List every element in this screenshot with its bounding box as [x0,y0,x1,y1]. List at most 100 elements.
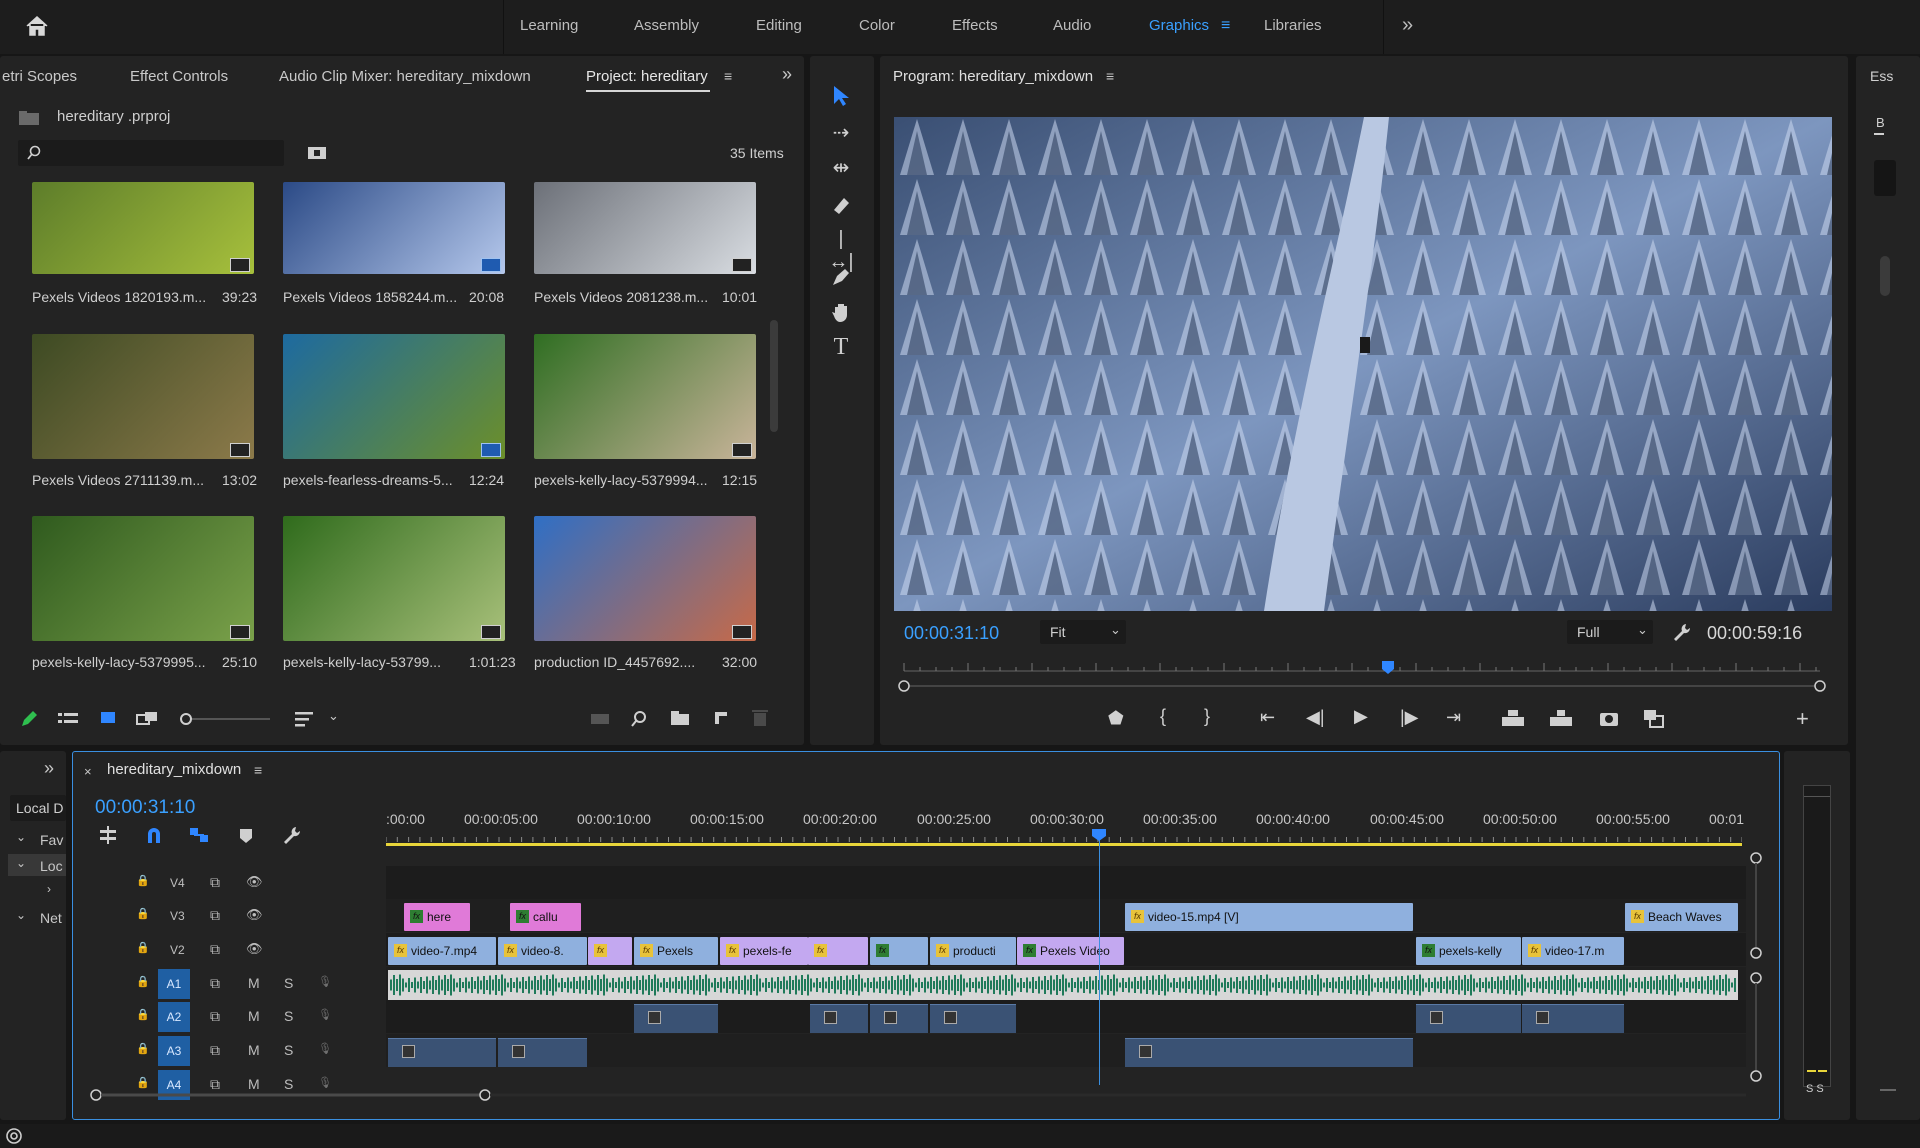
project-scrollbar[interactable] [770,320,778,432]
graphics-menu-icon[interactable]: ≡ [1221,17,1230,35]
selection-tool-icon[interactable] [829,84,853,108]
workspace-color[interactable]: Color [859,17,895,34]
clip-thumbnail[interactable] [534,334,756,459]
new-item-icon[interactable] [712,709,730,727]
sequence-tab[interactable]: hereditary_mixdown [107,761,241,778]
track-row[interactable] [386,899,1746,932]
snap-icon[interactable] [144,825,164,845]
clip-thumbnail[interactable] [32,334,254,459]
panel-overflow-icon[interactable]: » [782,64,792,85]
sync-lock-icon[interactable]: ⧉ [210,1042,220,1059]
chevron-right-icon[interactable]: › [47,882,51,896]
clip-thumbnail[interactable] [534,516,756,641]
eye-icon[interactable]: 👁 [246,907,263,923]
lock-icon[interactable]: 🔒 [136,941,150,954]
timeline-clip[interactable]: fx [588,937,632,965]
audio-clip[interactable] [810,1004,868,1033]
playhead-handle[interactable] [1091,828,1107,842]
tab-project[interactable]: Project: hereditary [586,68,708,85]
sort-icon[interactable] [294,710,316,728]
essentials-input[interactable] [1874,160,1896,196]
timeline-clip[interactable]: fx Beach Waves [1625,903,1738,931]
voice-over-icon[interactable]: 🎙 [318,1042,332,1055]
step-forward-icon[interactable]: |▶ [1400,707,1419,728]
audio-clip[interactable] [498,1038,587,1067]
clip-thumbnail[interactable] [534,182,756,274]
trash-icon[interactable] [752,709,768,727]
tab-essential-graphics[interactable]: Ess [1870,68,1893,84]
mark-in-icon[interactable]: { [1160,706,1166,727]
track-row[interactable] [386,1034,1746,1067]
workspace-libraries[interactable]: Libraries [1264,17,1322,34]
audio-clip[interactable] [634,1004,718,1033]
type-tool-icon[interactable]: T [826,334,856,361]
zoom-slider[interactable] [178,710,274,728]
go-to-in-icon[interactable]: ⇤ [1260,707,1275,728]
workspace-graphics[interactable]: Graphics [1149,17,1209,34]
track-label[interactable]: V4 [170,876,185,890]
quality-dropdown[interactable]: Full ⌄ [1567,620,1653,644]
insert-nest-icon[interactable] [98,825,118,845]
lock-icon[interactable]: 🔒 [136,1008,150,1021]
sort-dropdown-icon[interactable]: ⌄ [328,708,339,724]
solo-button[interactable]: S [284,975,293,991]
solo-button[interactable]: S [284,1008,293,1024]
lift-icon[interactable] [1500,708,1526,728]
essentials-scrollbar[interactable] [1880,256,1890,296]
network-item[interactable]: Net [40,910,62,926]
step-back-icon[interactable]: ◀| [1306,707,1325,728]
sequence-menu-icon[interactable]: ≡ [254,762,262,778]
media-browser-overflow-icon[interactable]: » [44,758,54,779]
workspace-learning[interactable]: Learning [520,17,578,34]
sync-lock-icon[interactable]: ⧉ [210,907,220,924]
timeline-settings-wrench-icon[interactable] [282,825,302,845]
solo-labels[interactable]: S S [1806,1083,1824,1095]
timeline-clip[interactable]: fx [808,937,868,965]
timeline-marker-icon[interactable] [238,827,254,845]
search-input[interactable] [18,140,284,166]
lock-icon[interactable]: 🔒 [136,907,150,920]
mark-out-icon[interactable]: } [1204,706,1210,727]
sync-lock-icon[interactable]: ⧉ [210,1008,220,1025]
workspace-overflow-icon[interactable]: » [1402,14,1413,37]
creative-cloud-icon[interactable] [4,1127,24,1145]
go-to-out-icon[interactable]: ⇥ [1446,707,1461,728]
home-icon[interactable] [24,14,50,38]
add-marker-icon[interactable]: ⬟ [1108,708,1124,729]
timeline-clip[interactable]: fx video-15.mp4 [V] [1125,903,1413,931]
pen-tool-icon[interactable] [830,266,852,288]
solo-button[interactable]: S [284,1042,293,1058]
comparison-view-icon[interactable] [1642,708,1666,730]
clip-thumbnail[interactable] [283,516,505,641]
lock-icon[interactable]: 🔒 [136,975,150,988]
program-timecode-in[interactable]: 00:00:31:10 [904,623,999,644]
sync-lock-icon[interactable]: ⧉ [210,975,220,992]
track-label[interactable]: V3 [170,909,185,923]
clip-thumbnail[interactable] [32,516,254,641]
export-frame-icon[interactable] [1598,708,1620,728]
program-monitor-title[interactable]: Program: hereditary_mixdown [893,68,1093,85]
eye-icon[interactable]: 👁 [246,941,263,957]
track-label[interactable]: A2 [158,1002,190,1032]
timeline-timecode[interactable]: 00:00:31:10 [95,797,195,819]
timeline-clip[interactable]: fx pexels-fe [720,937,808,965]
new-bin-icon[interactable] [306,143,328,161]
eye-icon[interactable]: 👁 [246,874,263,890]
timeline-clip[interactable]: fx producti [930,937,1016,965]
freeform-view-icon[interactable] [136,710,162,728]
close-icon[interactable]: × [84,764,92,779]
ripple-edit-tool-icon[interactable]: ⇹ [826,155,856,180]
timeline-clip[interactable]: fx video-8. [498,937,587,965]
mute-button[interactable]: M [248,975,260,991]
audio-clip[interactable] [870,1004,928,1033]
audio-clip[interactable] [930,1004,1016,1033]
automate-icon[interactable] [590,712,612,726]
workspace-assembly[interactable]: Assembly [634,17,699,34]
track-label[interactable]: A1 [158,969,190,999]
project-menu-icon[interactable]: ≡ [724,68,732,84]
track-select-tool-icon[interactable]: ⇢ [826,120,856,145]
icon-view-icon[interactable] [100,710,118,726]
timeline-clip[interactable]: fx callu [510,903,581,931]
new-bin-folder-icon[interactable] [670,710,690,726]
workspace-effects[interactable]: Effects [952,17,998,34]
